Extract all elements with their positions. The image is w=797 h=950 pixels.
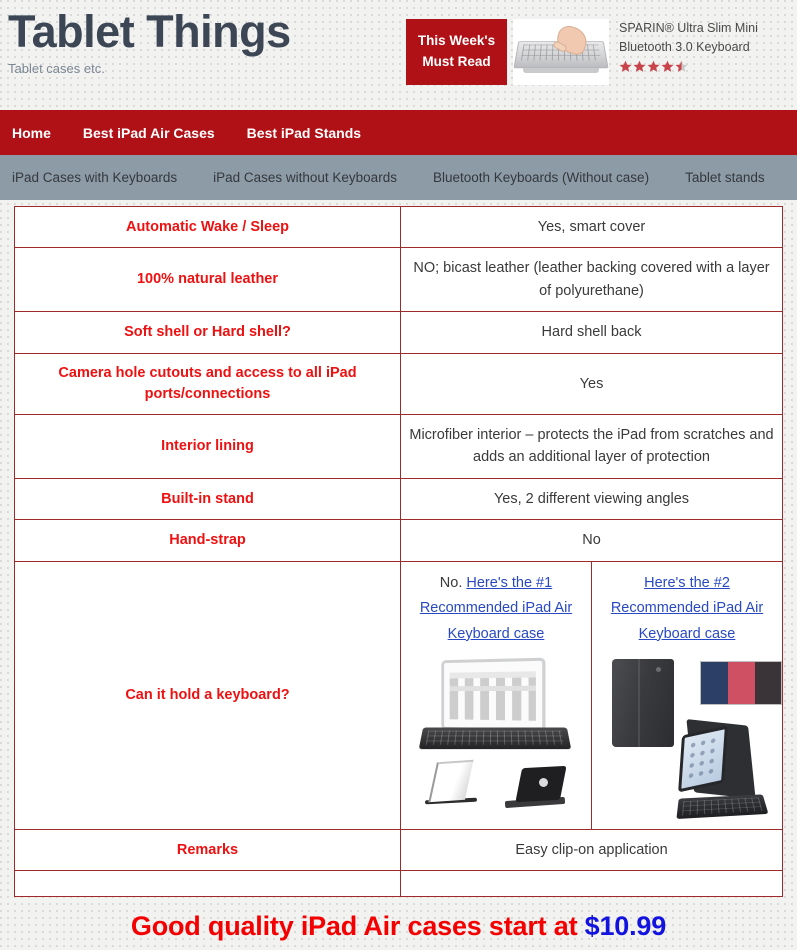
product-image-1[interactable] xyxy=(409,654,583,820)
camera-hole-icon xyxy=(656,666,661,672)
spec-value: Yes, 2 different viewing angles xyxy=(400,477,783,521)
spec-label: Hand-strap xyxy=(14,519,401,562)
table-row: Automatic Wake / Sleep Yes, smart cover xyxy=(14,205,783,249)
product-image-2[interactable] xyxy=(600,654,782,820)
brand: Tablet Things Tablet cases etc. xyxy=(8,6,291,77)
swatch-dark xyxy=(755,661,781,704)
spec-value: No xyxy=(400,519,783,562)
recommended-keyboard-case-2-link[interactable]: Here's the #2 Recommended iPad Air Keybo… xyxy=(611,575,763,642)
promo-product-title[interactable]: SPARIN® Ultra Slim Mini Bluetooth 3.0 Ke… xyxy=(619,19,779,57)
must-read-badge-line1: This Week's xyxy=(417,33,496,49)
spec-value: NO; bicast leather (leather backing cove… xyxy=(400,247,783,313)
keyboard-base-icon xyxy=(523,68,599,73)
ipad-screen-icon xyxy=(441,657,546,733)
spec-comparison-table: Automatic Wake / Sleep Yes, smart cover … xyxy=(14,205,783,898)
site-tagline: Tablet cases etc. xyxy=(8,61,105,77)
spec-value-remarks: Easy clip-on application xyxy=(400,828,783,872)
star-icon-4 xyxy=(661,60,674,73)
keyboard-icon xyxy=(418,727,572,750)
footer-price: $10.99 xyxy=(584,911,667,942)
site-header: Tablet Things Tablet cases etc. This Wee… xyxy=(0,0,797,110)
subnav-item-bluetooth-keyboards[interactable]: Bluetooth Keyboards (Without case) xyxy=(433,170,649,185)
footer-headline-text: Good quality iPad Air cases start at xyxy=(130,911,585,942)
table-row: Camera hole cutouts and access to all iP… xyxy=(14,352,783,415)
spec-label: Interior lining xyxy=(14,413,401,479)
subnav-item-ipad-cases-with-keyboards[interactable]: iPad Cases with Keyboards xyxy=(12,170,177,185)
must-read-badge-line2: Must Read xyxy=(422,54,491,69)
spec-label: Built-in stand xyxy=(14,477,401,521)
subnav-item-ipad-cases-without-keyboards[interactable]: iPad Cases without Keyboards xyxy=(213,170,397,185)
rotation-hub-icon xyxy=(539,777,548,787)
swatch-red xyxy=(728,661,756,704)
star-icon-2 xyxy=(633,60,646,73)
keyboard-recommendation-1-text: No. Here's the #1 Recommended iPad Air K… xyxy=(409,571,583,647)
spec-label: 100% natural leather xyxy=(14,247,401,313)
spec-label: Camera hole cutouts and access to all iP… xyxy=(14,352,401,415)
table-row: Hand-strap No xyxy=(14,519,783,562)
nav-item-best-ipad-air-cases[interactable]: Best iPad Air Cases xyxy=(83,125,215,141)
promo-text-block: SPARIN® Ultra Slim Mini Bluetooth 3.0 Ke… xyxy=(619,19,779,73)
keyboard-recommendation-1-cell: No. Here's the #1 Recommended iPad Air K… xyxy=(400,560,592,830)
star-icon-1 xyxy=(619,60,632,73)
star-icon-3 xyxy=(647,60,660,73)
page-title: Tablet Things xyxy=(8,6,291,57)
spec-label-partial xyxy=(14,870,401,898)
star-rating xyxy=(619,60,779,73)
star-icon-5-half xyxy=(675,60,688,73)
secondary-navigation: iPad Cases with Keyboards iPad Cases wit… xyxy=(0,155,797,200)
keyboard-recommendation-2-text: Here's the #2 Recommended iPad Air Keybo… xyxy=(600,571,774,647)
nav-item-home[interactable]: Home xyxy=(12,125,51,141)
footer-headline: Good quality iPad Air cases start at $10… xyxy=(0,911,797,942)
table-row: Interior lining Microfiber interior – pr… xyxy=(14,413,783,479)
folio-case-icon xyxy=(612,658,674,747)
spec-value: Yes, smart cover xyxy=(400,205,783,249)
spec-value: Microfiber interior – protects the iPad … xyxy=(400,413,783,479)
no-prefix-label: No. xyxy=(439,574,467,591)
keyboard-icon xyxy=(676,794,769,819)
subnav-item-tablet-stands[interactable]: Tablet stands xyxy=(685,170,765,185)
table-row: Soft shell or Hard shell? Hard shell bac… xyxy=(14,311,783,354)
spec-label: Soft shell or Hard shell? xyxy=(14,311,401,354)
ipad-in-stand-icon xyxy=(676,717,769,819)
keyboard-recommendation-2-cell: Here's the #2 Recommended iPad Air Keybo… xyxy=(591,560,783,830)
promo-banner[interactable]: This Week's Must Read SPARIN® Ultra Slim… xyxy=(406,19,779,85)
ipad-screen-icon xyxy=(678,725,728,793)
primary-navigation: Home Best iPad Air Cases Best iPad Stand… xyxy=(0,110,797,155)
must-read-badge[interactable]: This Week's Must Read xyxy=(406,19,507,85)
nav-item-best-ipad-stands[interactable]: Best iPad Stands xyxy=(247,125,361,141)
table-row: 100% natural leather NO; bicast leather … xyxy=(14,247,783,313)
table-row-keyboard: Can it hold a keyboard? No. Here's the #… xyxy=(14,560,783,830)
spec-label-remarks: Remarks xyxy=(14,828,401,872)
swatch-navy xyxy=(701,661,729,704)
spec-label: Automatic Wake / Sleep xyxy=(14,205,401,249)
spec-table-container: Automatic Wake / Sleep Yes, smart cover … xyxy=(0,200,797,898)
table-row-partial xyxy=(14,870,783,898)
color-swatches-icon xyxy=(700,660,782,705)
table-row-remarks: Remarks Easy clip-on application xyxy=(14,828,783,872)
table-row: Built-in stand Yes, 2 different viewing … xyxy=(14,477,783,521)
case-side-view-icon xyxy=(423,761,481,807)
spec-value: Yes xyxy=(400,352,783,415)
spec-value-partial xyxy=(400,870,783,898)
case-rotated-view-icon xyxy=(505,759,571,809)
spec-label-keyboard: Can it hold a keyboard? xyxy=(14,560,401,830)
keyboard-thumbnail-image[interactable] xyxy=(513,19,609,85)
spec-value: Hard shell back xyxy=(400,311,783,354)
